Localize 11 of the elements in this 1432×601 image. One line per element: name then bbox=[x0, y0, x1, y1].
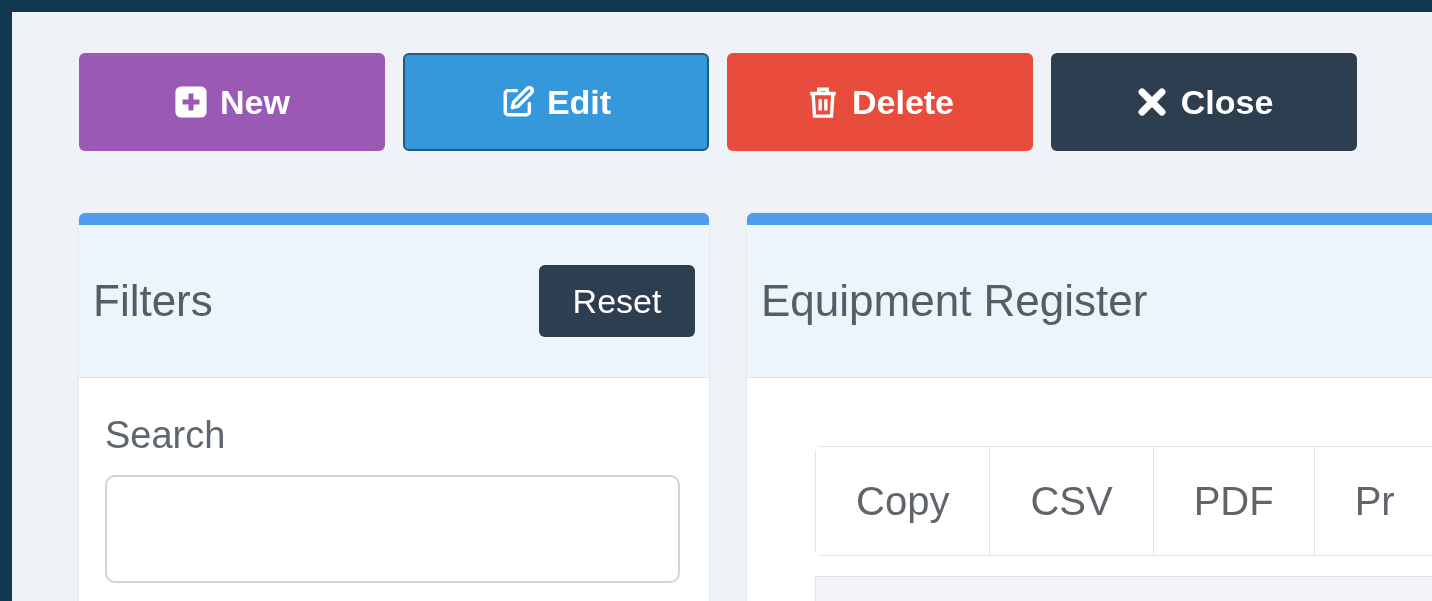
new-button[interactable]: New bbox=[79, 53, 385, 151]
field-label: Search bbox=[105, 414, 227, 457]
panel-title: Filters bbox=[93, 276, 213, 326]
panel-title: Equipment Register bbox=[761, 276, 1148, 326]
search-field[interactable] bbox=[105, 475, 680, 583]
plus-square-icon bbox=[174, 85, 209, 119]
edit-button[interactable]: Edit bbox=[403, 53, 709, 151]
export-button[interactable]: Copy bbox=[816, 447, 991, 555]
delete-button[interactable]: Delete bbox=[727, 53, 1033, 151]
close-button[interactable]: Close bbox=[1051, 53, 1357, 151]
reset-button[interactable]: Reset bbox=[539, 265, 695, 337]
